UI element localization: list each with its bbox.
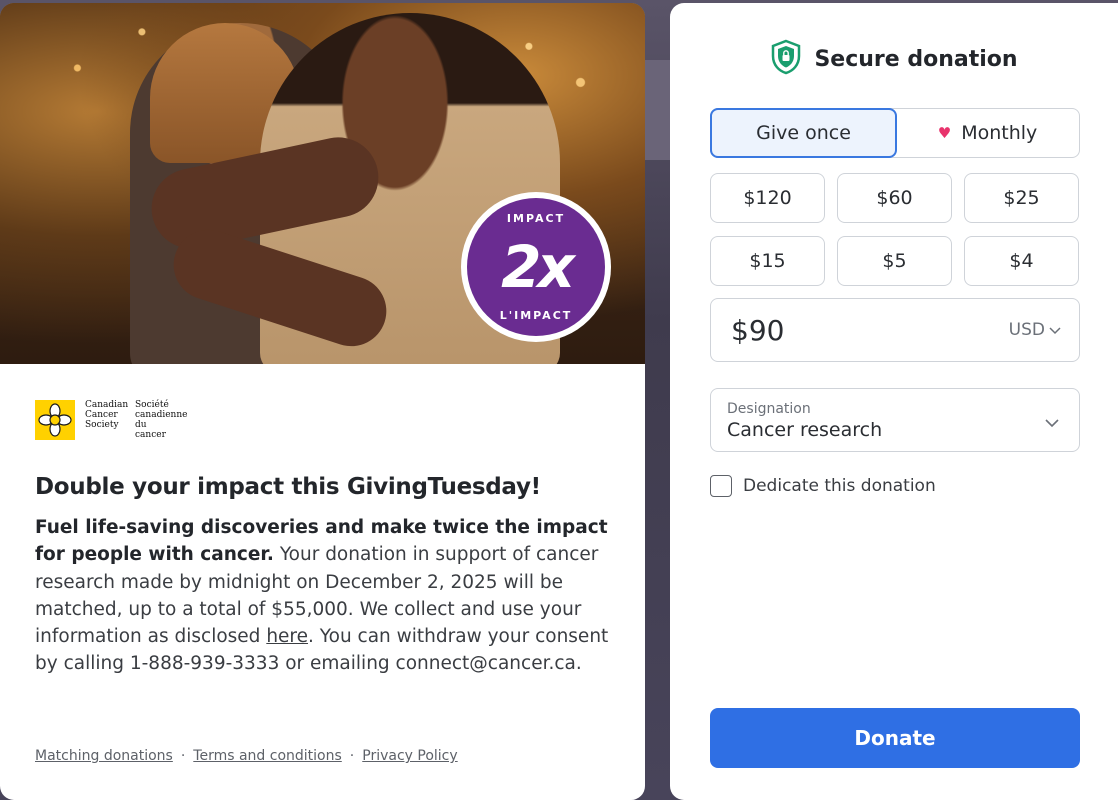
designation-value: Cancer research (727, 419, 883, 441)
hero-image: IMPACT 2x L'IMPACT (0, 3, 645, 364)
org-name-line: Society (85, 420, 119, 430)
frequency-toggle: Give once ♥ Monthly (710, 108, 1080, 158)
monthly-button[interactable]: ♥ Monthly (896, 109, 1079, 157)
org-name-line: Canadian (85, 400, 129, 410)
org-name-fr: Société canadienne du cancer (135, 400, 188, 440)
impact-badge-inner: IMPACT 2x L'IMPACT (467, 198, 605, 336)
custom-amount-value: $90 (731, 313, 785, 347)
amount-option[interactable]: $15 (710, 236, 825, 286)
amount-option[interactable]: $25 (964, 173, 1079, 223)
footer-separator: · (349, 748, 355, 764)
org-name-line: Société (135, 400, 169, 410)
designation-label: Designation (727, 401, 811, 417)
monthly-label: Monthly (961, 122, 1038, 144)
org-name-en: Canadian Cancer Society (85, 400, 129, 440)
badge-top-text: IMPACT (506, 212, 566, 225)
badge-multiplier: 2x (501, 233, 575, 301)
campaign-content: Canadian Cancer Society Société canadien… (0, 364, 645, 678)
currency-select[interactable]: USD (1009, 320, 1061, 340)
amount-options: $120 $60 $25 $15 $5 $4 (710, 173, 1080, 286)
custom-amount-input[interactable]: $90 USD (710, 298, 1080, 362)
campaign-headline: Double your impact this GivingTuesday! (35, 474, 541, 500)
org-name-line: Cancer (85, 410, 118, 420)
donate-button[interactable]: Donate (710, 708, 1080, 768)
org-logo: Canadian Cancer Society Société canadien… (35, 400, 610, 440)
campaign-description: Fuel life-saving discoveries and make tw… (35, 514, 615, 678)
dedicate-option[interactable]: Dedicate this donation (710, 475, 936, 497)
campaign-card: IMPACT 2x L'IMPACT Canadian Cancer Socie… (0, 3, 645, 800)
give-once-button[interactable]: Give once (710, 108, 897, 158)
amount-option[interactable]: $60 (837, 173, 952, 223)
heart-icon: ♥ (937, 124, 952, 142)
dedicate-label: Dedicate this donation (743, 476, 936, 496)
impact-badge: IMPACT 2x L'IMPACT (461, 192, 611, 342)
shield-lock-icon (770, 39, 802, 79)
footer-links: Matching donations · Terms and condition… (35, 748, 458, 764)
donation-form: Secure donation Give once ♥ Monthly $120… (670, 3, 1118, 800)
terms-link[interactable]: Terms and conditions (193, 748, 342, 764)
privacy-policy-link[interactable]: Privacy Policy (362, 748, 457, 764)
amount-option[interactable]: $120 (710, 173, 825, 223)
org-name: Canadian Cancer Society Société canadien… (85, 400, 188, 440)
daffodil-logo-icon (35, 400, 75, 440)
chevron-down-icon (1045, 413, 1059, 432)
org-name-line: du cancer (135, 420, 166, 440)
form-header: Secure donation (670, 39, 1118, 79)
currency-value: USD (1008, 320, 1045, 340)
designation-select[interactable]: Designation Cancer research (710, 388, 1080, 452)
form-title: Secure donation (814, 46, 1018, 72)
amount-option[interactable]: $5 (837, 236, 952, 286)
dedicate-checkbox[interactable] (710, 475, 732, 497)
matching-donations-link[interactable]: Matching donations (35, 748, 173, 764)
amount-option[interactable]: $4 (964, 236, 1079, 286)
give-once-label: Give once (756, 122, 851, 144)
chevron-down-icon (1049, 320, 1061, 340)
privacy-disclosure-link[interactable]: here (266, 626, 308, 647)
org-name-line: canadienne (135, 410, 188, 420)
footer-separator: · (180, 748, 186, 764)
badge-bottom-text: L'IMPACT (499, 309, 573, 322)
